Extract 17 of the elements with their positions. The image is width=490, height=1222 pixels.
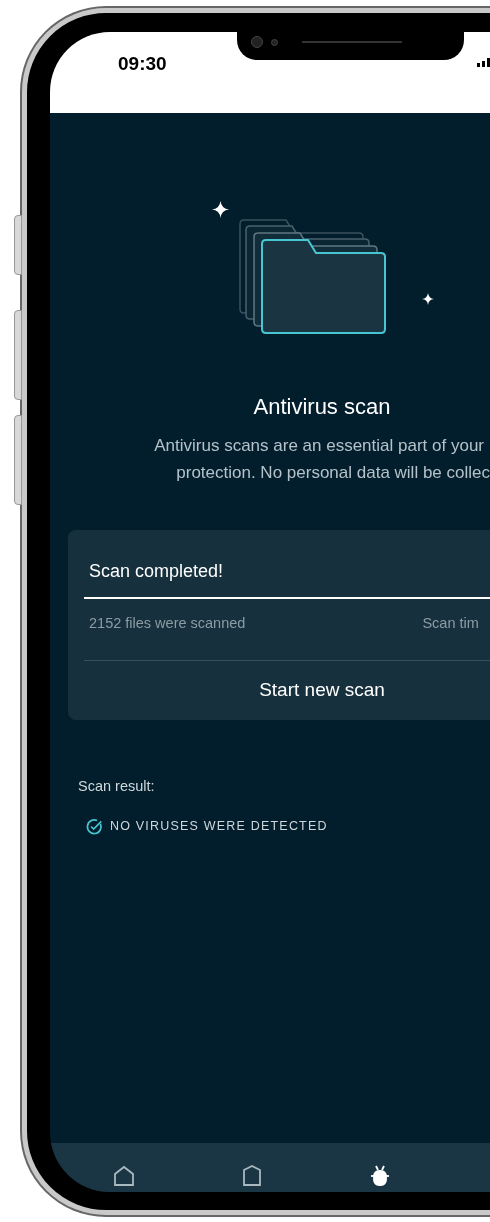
sparkle-icon xyxy=(422,293,434,305)
status-time: 09:30 xyxy=(118,52,167,76)
shield-icon[interactable] xyxy=(240,1163,264,1187)
signal-icon xyxy=(476,56,490,67)
home-icon[interactable] xyxy=(112,1163,136,1187)
page-title: Antivirus scan xyxy=(252,393,392,421)
scan-time-label: Scan tim xyxy=(422,614,479,634)
description-line: Antivirus scans are an essential part of your xyxy=(154,434,484,457)
check-circle-icon xyxy=(86,818,103,836)
scan-status: Scan completed! xyxy=(89,559,225,583)
bug-icon[interactable] xyxy=(368,1163,392,1187)
description-line: protection. No personal data will be collec xyxy=(176,461,490,484)
sparkle-icon xyxy=(212,201,229,218)
start-new-scan-button[interactable]: Start new scan xyxy=(84,661,490,720)
files-scanned-text: 2152 files were scanned xyxy=(89,614,246,634)
scan-result-label: Scan result: xyxy=(78,776,156,796)
result-message: NO VIRUSES WERE DETECTED xyxy=(110,818,328,836)
